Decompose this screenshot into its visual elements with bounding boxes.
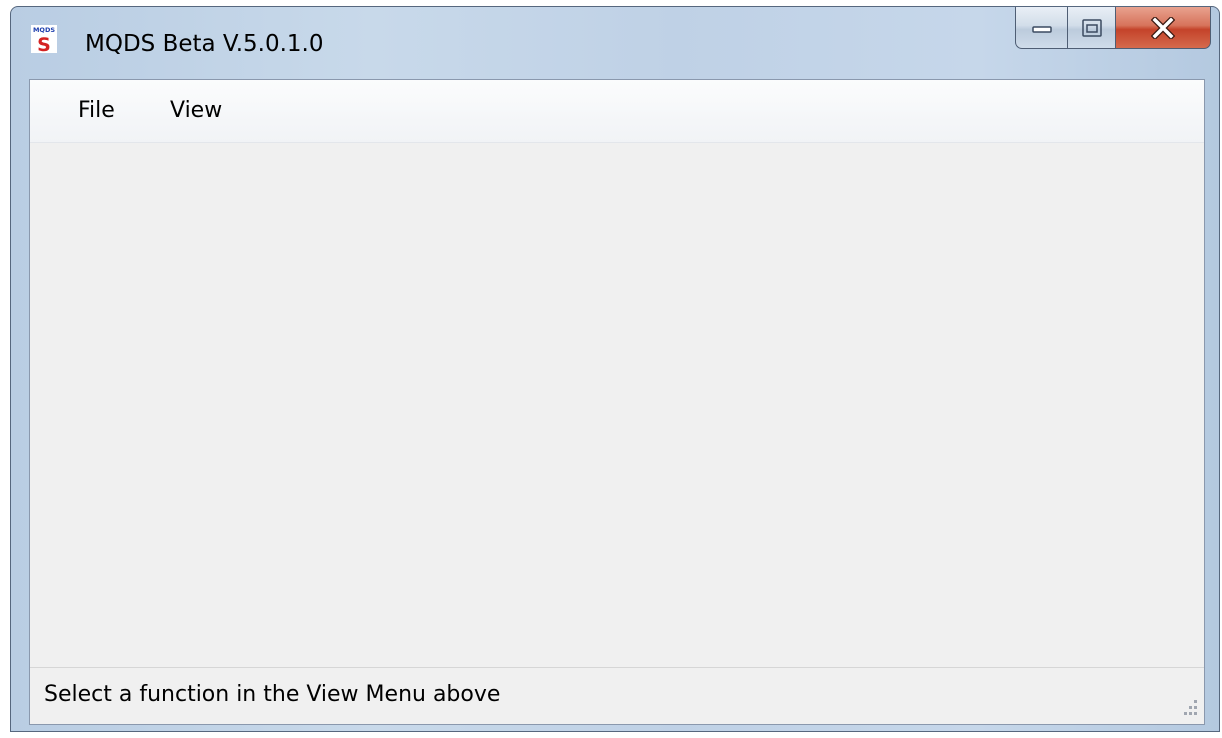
app-icon-letter: S (37, 34, 51, 53)
maximize-button[interactable] (1067, 7, 1115, 49)
status-text: Select a function in the View Menu above (44, 682, 501, 707)
resize-grip-icon[interactable] (1178, 696, 1200, 718)
window-title: MQDS Beta V.5.0.1.0 (85, 31, 324, 57)
close-button[interactable] (1115, 7, 1211, 49)
minimize-icon (1031, 25, 1052, 33)
title-bar[interactable]: MQDS S MQDS Beta V.5.0.1.0 (11, 7, 1219, 79)
caption-buttons (1015, 7, 1211, 51)
close-icon (1151, 16, 1175, 39)
menu-file[interactable]: File (72, 96, 121, 125)
client-area: File View Select a function in the View … (29, 79, 1205, 725)
menu-bar: File View (30, 80, 1204, 143)
minimize-button[interactable] (1015, 7, 1067, 49)
app-icon-label: MQDS (33, 26, 55, 34)
menu-view[interactable]: View (164, 96, 228, 125)
app-window: MQDS S MQDS Beta V.5.0.1.0 File View Sel… (10, 6, 1220, 732)
app-icon: MQDS S (31, 25, 57, 53)
status-bar: Select a function in the View Menu above (30, 667, 1204, 724)
maximize-icon (1081, 18, 1102, 37)
